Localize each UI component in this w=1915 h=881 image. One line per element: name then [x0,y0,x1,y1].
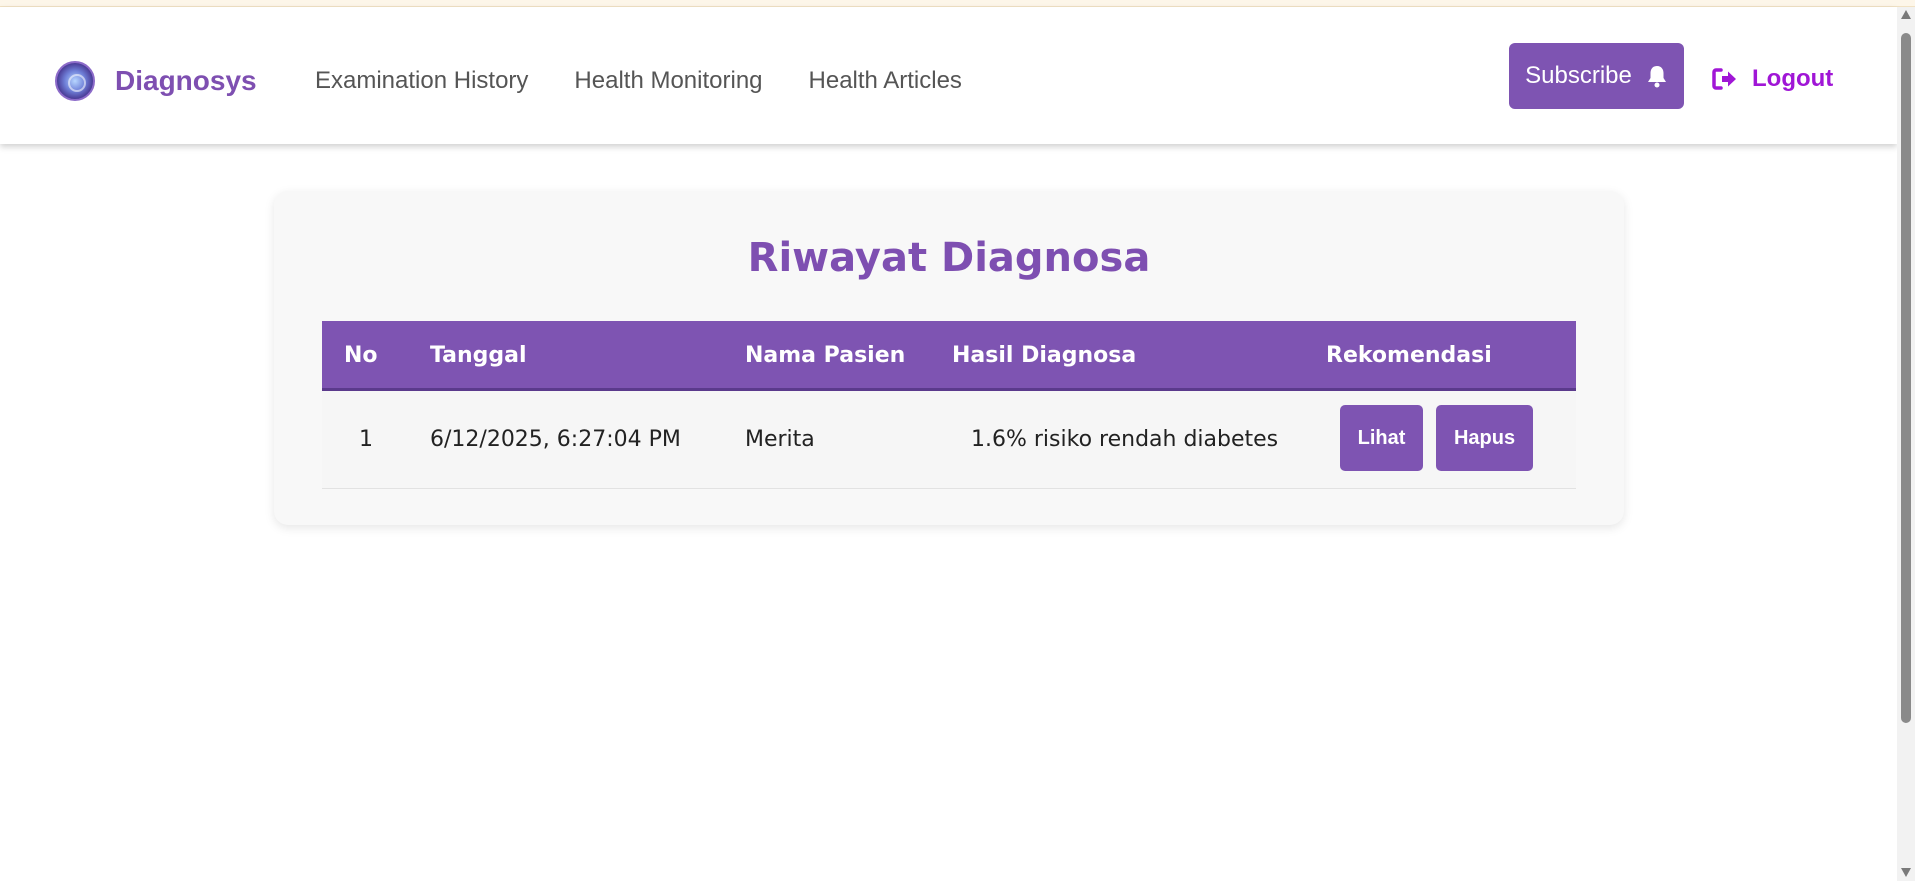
logout-label: Logout [1752,65,1834,92]
header-tanggal: Tanggal [430,343,527,368]
cell-nama-pasien: Merita [745,427,815,452]
logout-link[interactable]: Logout [1712,59,1833,99]
page-title: Riwayat Diagnosa [747,235,1151,281]
navbar: Diagnosys Examination History Health Mon… [0,7,1897,144]
scroll-down-arrow-icon[interactable] [1901,868,1911,877]
brain-globe-logo-icon [55,61,95,101]
header-rekomendasi: Rekomendasi [1326,343,1492,368]
nav-link-examination-history[interactable]: Examination History [315,67,528,95]
table-header: No Tanggal Nama Pasien Hasil Diagnosa Re… [322,321,1576,391]
cell-no: 1 [359,427,373,452]
diagnosis-history-card: Riwayat Diagnosa No Tanggal Nama Pasien … [274,191,1624,525]
nav-link-health-monitoring[interactable]: Health Monitoring [574,67,762,95]
brand-name: Diagnosys [115,65,257,96]
delete-button[interactable]: Hapus [1436,405,1533,471]
cell-tanggal: 6/12/2025, 6:27:04 PM [430,427,681,452]
browser-top-strip [0,0,1915,7]
page-scrollbar[interactable] [1897,7,1915,881]
brand[interactable]: Diagnosys [55,59,257,103]
header-no: No [344,343,378,368]
nav-links: Examination History Health Monitoring He… [315,61,962,101]
header-hasil-diagnosa: Hasil Diagnosa [952,343,1137,368]
nav-link-health-articles[interactable]: Health Articles [809,67,962,95]
cell-hasil-diagnosa: 1.6% risiko rendah diabetes [971,427,1279,452]
scroll-up-arrow-icon[interactable] [1901,10,1911,19]
scroll-thumb[interactable] [1901,33,1911,723]
subscribe-button[interactable]: Subscribe [1509,43,1684,109]
header-nama-pasien: Nama Pasien [745,343,906,368]
bell-icon [1647,66,1666,88]
table-row: 1 6/12/2025, 6:27:04 PM Merita 1.6% risi… [322,391,1576,489]
diagnosis-table: No Tanggal Nama Pasien Hasil Diagnosa Re… [322,321,1576,489]
view-button[interactable]: Lihat [1340,405,1423,471]
sign-out-icon [1712,68,1736,90]
subscribe-label: Subscribe [1525,62,1632,89]
